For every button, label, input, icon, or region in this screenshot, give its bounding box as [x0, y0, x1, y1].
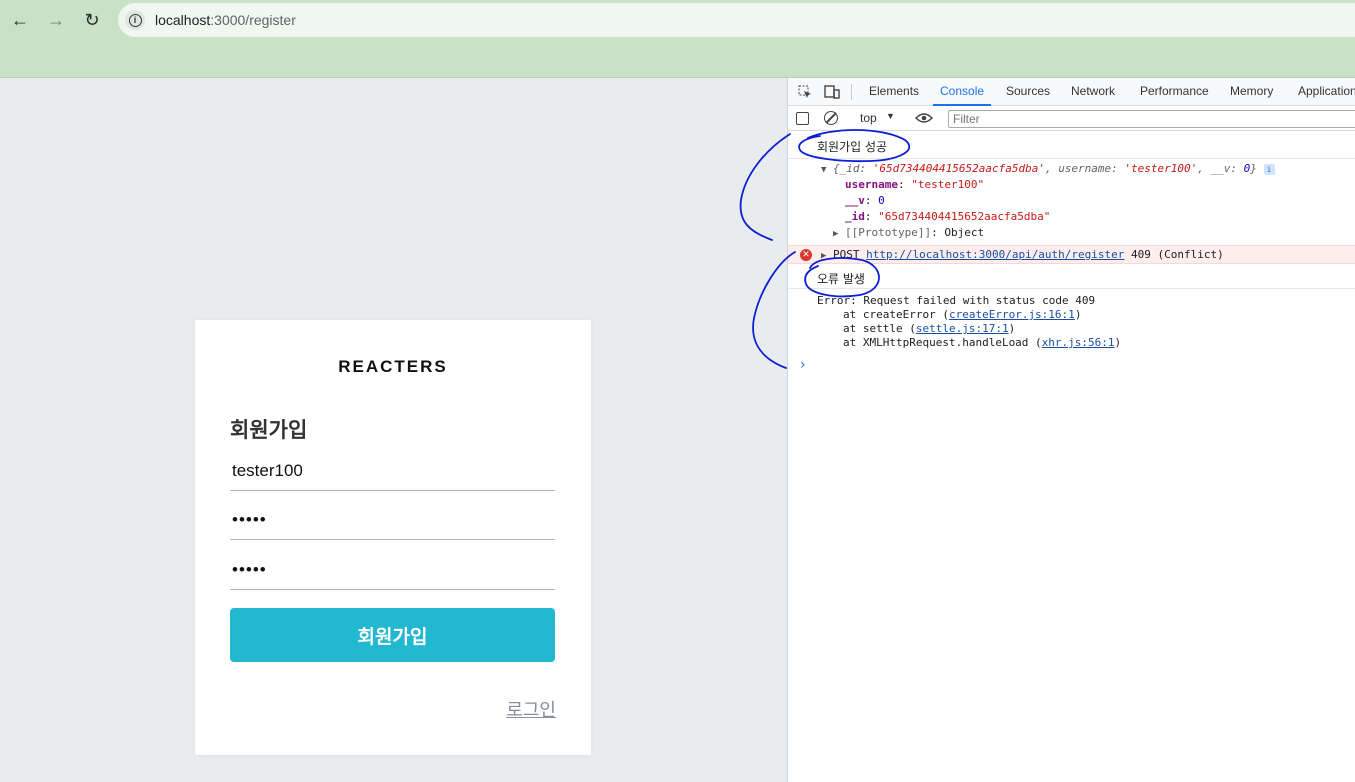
prop-key: __v [845, 194, 865, 207]
stack-frame: at XMLHttpRequest.handleLoad (xhr.js:56:… [843, 336, 1355, 349]
register-button[interactable]: 회원가입 [230, 608, 555, 662]
frame-text: at createError ( [843, 308, 949, 321]
divider [788, 288, 1355, 289]
brace: } [1250, 162, 1257, 175]
tab-application[interactable]: Application [1298, 78, 1355, 106]
error-icon: ✕ [800, 249, 812, 261]
network-error-line[interactable]: ▶ POST http://localhost:3000/api/auth/reg… [821, 248, 1224, 261]
url-host: localhost [155, 12, 211, 28]
comma: , [1197, 162, 1211, 175]
obj-value: 'tester100' [1124, 162, 1198, 175]
tab-performance[interactable]: Performance [1140, 78, 1209, 106]
comma: , [1044, 162, 1059, 175]
tab-elements[interactable]: Elements [869, 78, 919, 106]
tab-sources[interactable]: Sources [1006, 78, 1050, 106]
browser-toolbar: ← → ↻ i localhost:3000/register [0, 0, 1355, 78]
brace: { [833, 162, 840, 175]
divider [788, 158, 1355, 159]
page-title: 회원가입 [230, 419, 308, 442]
paren: ) [1074, 308, 1082, 321]
filter-input[interactable]: Filter [948, 110, 1355, 128]
prop-key: _id [845, 210, 865, 223]
prop-key: [[Prototype]] [845, 226, 932, 239]
url-path: :3000/register [210, 12, 296, 28]
page-viewport: REACTERS 회원가입 tester100 ••••• ••••• 회원가입… [0, 78, 788, 782]
stack-frame: at createError (createError.js:16:1) [843, 308, 1355, 321]
info-icon[interactable]: i [125, 10, 145, 30]
source-link[interactable]: createError.js:16:1 [949, 308, 1075, 321]
obj-key: username: [1058, 162, 1125, 175]
prop-value: "65d734404415652aacfa5dba" [878, 210, 1051, 223]
password-confirm-input[interactable]: ••••• [230, 550, 555, 590]
register-card: REACTERS 회원가입 tester100 ••••• ••••• 회원가입… [195, 320, 591, 755]
sidebar-toggle-icon[interactable] [796, 112, 809, 125]
frame-text: at XMLHttpRequest.handleLoad ( [843, 336, 1042, 349]
status-text: 409 (Conflict) [1131, 248, 1224, 261]
clear-console-icon[interactable] [824, 111, 838, 125]
password-input[interactable]: ••••• [230, 500, 555, 540]
url-text[interactable]: localhost:3000/register [155, 12, 296, 28]
console-prompt[interactable]: › [800, 357, 806, 373]
chevron-down-icon[interactable]: ▼ [886, 111, 895, 121]
request-url-link[interactable]: http://localhost:3000/api/auth/register [866, 248, 1124, 261]
device-toolbar-icon[interactable] [823, 83, 841, 101]
console-toolbar: top ▼ Filter [788, 106, 1355, 131]
devtools-tabbar: Elements Console Sources Network Perform… [788, 78, 1355, 106]
obj-value: '65d734404415652aacfa5dba' [872, 162, 1045, 175]
login-link[interactable]: 로그인 [506, 696, 556, 722]
reload-icon[interactable]: ↻ [80, 8, 104, 32]
tab-console[interactable]: Console [933, 78, 992, 106]
prop-key: username [845, 178, 898, 191]
prop-value: "tester100" [911, 178, 985, 191]
paren: ) [1008, 322, 1016, 335]
username-input[interactable]: tester100 [230, 451, 555, 491]
prop-prototype[interactable]: ▶ [[Prototype]]: Object [833, 226, 1355, 239]
prop-value: Object [944, 226, 985, 239]
address-bar[interactable]: i localhost:3000/register [118, 3, 1355, 37]
console-log-success: 회원가입 성공 [817, 140, 888, 154]
console-error-row: ✕ ▶ POST http://localhost:3000/api/auth/r… [788, 245, 1355, 264]
expand-arrow-icon[interactable]: ▶ [821, 251, 833, 261]
info-icon[interactable]: i [1263, 164, 1275, 175]
prop-id: _id: "65d734404415652aacfa5dba" [845, 210, 1051, 223]
expand-arrow-icon[interactable]: ▼ [821, 165, 833, 175]
inspect-element-icon[interactable] [796, 83, 814, 101]
prop-username: username: "tester100" [845, 178, 985, 191]
http-method: POST [833, 248, 860, 261]
devtools-panel: Elements Console Sources Network Perform… [787, 78, 1355, 782]
arrow-left-icon[interactable]: ← [8, 8, 32, 32]
source-link[interactable]: settle.js:17:1 [916, 322, 1009, 335]
prop-value: 0 [878, 194, 885, 207]
console-log-error: 오류 발생 [817, 272, 865, 286]
eye-icon[interactable] [915, 110, 933, 126]
arrow-right-icon[interactable]: → [44, 8, 68, 32]
tab-memory[interactable]: Memory [1230, 78, 1273, 106]
divider [851, 84, 852, 100]
error-message: Error: Request failed with status code 4… [817, 294, 1096, 307]
expand-arrow-icon[interactable]: ▶ [833, 229, 845, 239]
paren: ) [1114, 336, 1122, 349]
obj-key: __v: [1210, 162, 1244, 175]
tab-network[interactable]: Network [1071, 78, 1115, 106]
context-selector[interactable]: top [860, 111, 877, 125]
obj-key: _id: [839, 162, 873, 175]
brand-logo[interactable]: REACTERS [195, 357, 591, 377]
stack-frame: at settle (settle.js:17:1) [843, 322, 1355, 335]
frame-text: at settle ( [843, 322, 916, 335]
object-summary[interactable]: ▼ {_id: '65d734404415652aacfa5dba', usern… [821, 162, 1355, 175]
source-link[interactable]: xhr.js:56:1 [1042, 336, 1115, 349]
prop-v: __v: 0 [845, 194, 885, 207]
